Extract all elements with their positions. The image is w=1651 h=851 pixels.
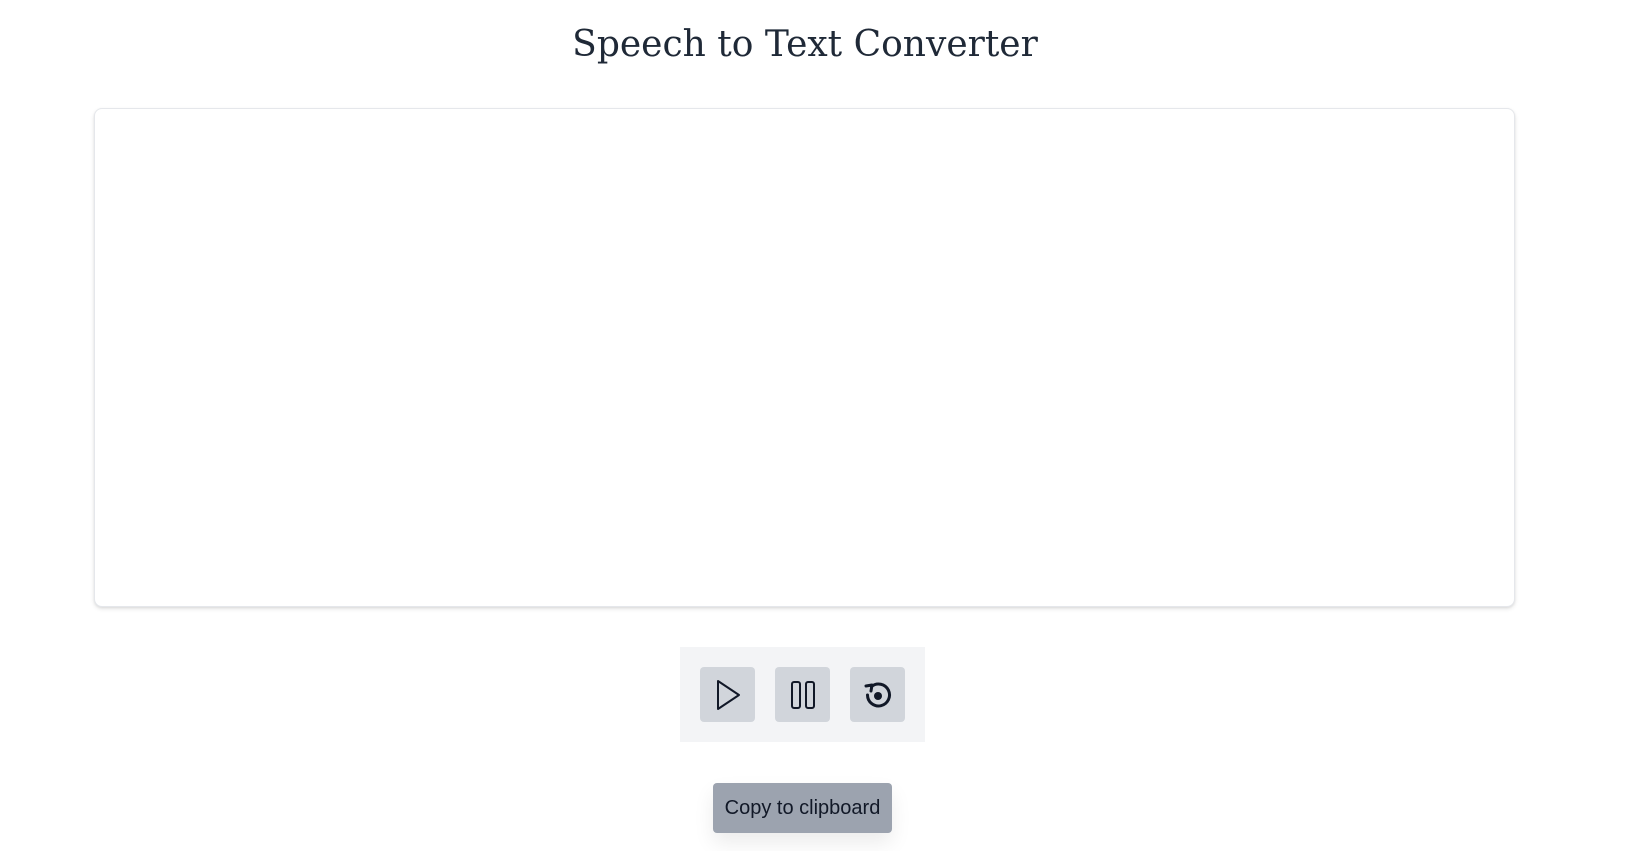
playback-controls	[680, 647, 925, 742]
pause-icon	[790, 680, 816, 710]
transcript-textarea[interactable]	[94, 108, 1515, 607]
reset-button[interactable]	[850, 667, 905, 722]
page-title: Speech to Text Converter	[572, 24, 1038, 65]
play-icon	[714, 679, 742, 711]
reset-icon	[863, 680, 893, 710]
start-button[interactable]	[700, 667, 755, 722]
page: Speech to Text Converter Copy to clipboa…	[0, 0, 1651, 851]
pause-button[interactable]	[775, 667, 830, 722]
copy-to-clipboard-button[interactable]: Copy to clipboard	[713, 783, 892, 833]
